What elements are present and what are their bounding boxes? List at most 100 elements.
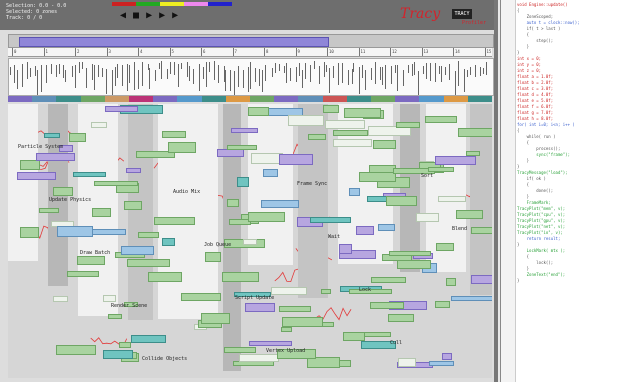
zone-block[interactable] [456, 209, 484, 219]
zone-block[interactable] [366, 195, 387, 202]
zone-block[interactable] [224, 347, 257, 353]
zone-timeline[interactable]: Particle System Update Physics Draw Batch R… [8, 104, 492, 378]
time-ruler[interactable]: 0 1 2 3 4 5 6 7 8 9 10 11 12 13 14 15 [8, 48, 492, 57]
zone-block[interactable] [397, 357, 417, 367]
color-swatch[interactable] [208, 2, 232, 6]
zone-block[interactable] [68, 132, 86, 143]
zone-block[interactable] [260, 199, 300, 208]
zone-block[interactable] [92, 208, 112, 217]
zone-block[interactable] [16, 171, 56, 180]
zone-block[interactable] [428, 361, 455, 367]
zone-block[interactable] [153, 216, 195, 225]
zone-block[interactable] [91, 122, 107, 129]
zone-block[interactable] [332, 139, 373, 148]
zone-block[interactable] [385, 196, 418, 206]
zone-block[interactable] [239, 353, 280, 362]
cpu-usage-strip[interactable] [8, 58, 494, 96]
timeline-view[interactable]: Selection: 0.0 - 0.0 Selected: 0 zones Tra… [0, 0, 498, 382]
zone-block[interactable] [348, 187, 360, 196]
zone-block[interactable] [451, 296, 492, 302]
zone-block[interactable] [245, 302, 276, 313]
zone-block[interactable] [91, 228, 126, 236]
play-icon[interactable]: ▶ [146, 11, 152, 21]
zone-block[interactable] [281, 326, 293, 332]
zone-block[interactable] [39, 208, 59, 214]
zone-block[interactable] [458, 127, 492, 138]
zone-block[interactable] [262, 169, 278, 178]
zone-block[interactable] [415, 212, 439, 223]
zone-block[interactable] [369, 301, 404, 309]
zone-block[interactable] [397, 260, 432, 269]
zone-block[interactable] [343, 332, 366, 342]
color-swatch[interactable] [184, 2, 208, 6]
zone-block[interactable] [167, 141, 196, 153]
zone-block[interactable] [56, 345, 96, 356]
vertical-scrollbar[interactable] [494, 0, 498, 382]
zone-block[interactable] [279, 305, 312, 312]
zone-block[interactable] [76, 256, 106, 265]
source-panel[interactable]: void Engine::update(){ ZoneScoped; auto … [500, 0, 632, 382]
zone-block[interactable] [396, 121, 421, 128]
zone-block[interactable] [125, 167, 142, 174]
zone-block[interactable] [19, 227, 40, 238]
zone-block[interactable] [52, 295, 69, 302]
zone-block[interactable] [66, 270, 99, 278]
zone-block[interactable] [344, 108, 382, 118]
zone-block[interactable] [247, 107, 270, 117]
color-swatch[interactable] [160, 2, 184, 6]
zone-block[interactable] [201, 313, 230, 324]
zone-block[interactable] [438, 195, 467, 203]
stop-icon[interactable]: ■ [133, 11, 139, 21]
zone-block[interactable] [247, 212, 285, 222]
zone-block[interactable] [333, 129, 369, 137]
zone-block[interactable] [371, 277, 407, 283]
zone-block[interactable] [339, 244, 353, 255]
zone-block[interactable] [324, 119, 365, 129]
zone-block[interactable] [123, 201, 143, 211]
zone-block[interactable] [322, 104, 340, 114]
zone-block[interactable] [137, 231, 160, 238]
zone-block[interactable] [271, 287, 308, 296]
zone-block[interactable] [102, 349, 133, 360]
zone-block[interactable] [180, 292, 222, 302]
color-swatch[interactable] [136, 2, 160, 6]
zone-block[interactable] [93, 181, 138, 187]
zone-block[interactable] [309, 216, 351, 223]
zone-block[interactable] [107, 313, 123, 320]
zone-block[interactable] [162, 237, 175, 247]
zone-block[interactable] [373, 139, 397, 150]
zone-block[interactable] [435, 243, 455, 252]
zone-block[interactable] [72, 171, 107, 178]
zone-block[interactable] [308, 134, 326, 140]
zone-block[interactable] [222, 271, 259, 283]
overview-bar[interactable] [8, 34, 494, 48]
zone-block[interactable] [427, 166, 455, 172]
selected-range[interactable] [19, 37, 329, 47]
zone-block[interactable] [226, 199, 240, 207]
step-icon[interactable]: ▶ [159, 11, 165, 21]
zone-block[interactable] [126, 259, 171, 267]
zone-block[interactable] [446, 278, 457, 287]
zone-block[interactable] [237, 177, 249, 187]
next-frame-icon[interactable]: ▶ [172, 11, 178, 21]
zone-block[interactable] [56, 226, 94, 238]
zone-block[interactable] [118, 341, 131, 349]
zone-block[interactable] [242, 238, 258, 246]
zone-block[interactable] [279, 154, 314, 165]
zone-block[interactable] [471, 274, 492, 285]
color-swatch[interactable] [112, 2, 136, 6]
zone-block[interactable] [358, 172, 397, 182]
zone-block[interactable] [424, 116, 458, 123]
zone-block[interactable] [53, 187, 73, 196]
zone-block[interactable] [104, 105, 138, 113]
zone-block[interactable] [387, 314, 414, 323]
zone-block[interactable] [388, 250, 432, 257]
zone-block[interactable] [470, 226, 492, 234]
zone-block[interactable] [20, 159, 40, 171]
zone-block[interactable] [230, 128, 258, 134]
zone-block[interactable] [226, 144, 258, 151]
zone-block[interactable] [434, 155, 477, 166]
zone-block[interactable] [162, 130, 187, 138]
zone-block[interactable] [36, 152, 76, 162]
zone-block[interactable] [204, 252, 221, 263]
